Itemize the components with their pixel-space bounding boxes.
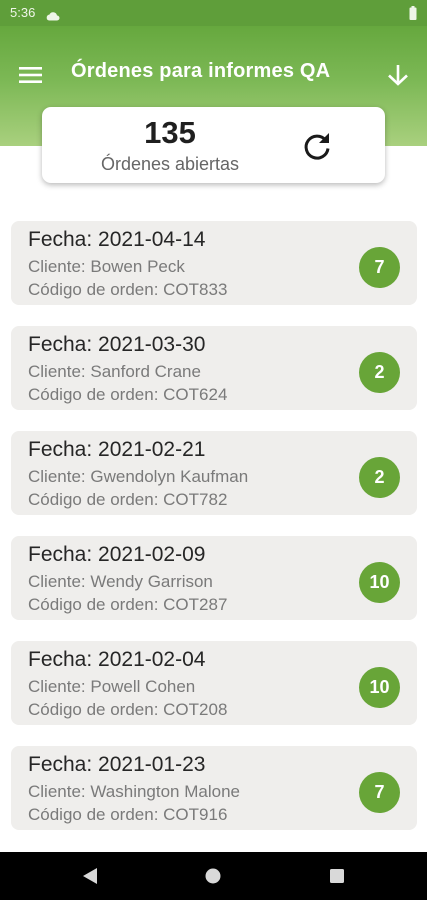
download-arrow-icon[interactable] — [385, 62, 411, 88]
order-date: Fecha: 2021-03-30 — [28, 333, 206, 356]
order-card[interactable]: Fecha: 2021-01-23 Cliente: Washington Ma… — [11, 746, 417, 830]
order-card[interactable]: Fecha: 2021-02-09 Cliente: Wendy Garriso… — [11, 536, 417, 620]
order-card[interactable]: Fecha: 2021-02-04 Cliente: Powell Cohen … — [11, 641, 417, 725]
order-client: Cliente: Gwendolyn Kaufman — [28, 467, 249, 486]
order-date: Fecha: 2021-02-04 — [28, 648, 206, 671]
refresh-icon[interactable] — [300, 129, 334, 163]
order-list: Fecha: 2021-04-14 Cliente: Bowen Peck Có… — [11, 221, 417, 851]
status-time: 5:36 — [10, 5, 36, 20]
battery-icon — [409, 6, 417, 25]
order-client: Cliente: Washington Malone — [28, 782, 240, 801]
order-date: Fecha: 2021-04-14 — [28, 228, 206, 251]
open-orders-summary-card: 135 Órdenes abiertas — [42, 107, 385, 183]
order-client: Cliente: Bowen Peck — [28, 257, 185, 276]
open-orders-count: 135 — [144, 115, 196, 150]
order-date: Fecha: 2021-02-09 — [28, 543, 206, 566]
order-count-badge: 2 — [359, 457, 400, 498]
order-count-badge: 7 — [359, 247, 400, 288]
order-count-badge: 10 — [359, 562, 400, 603]
order-date: Fecha: 2021-02-21 — [28, 438, 206, 461]
order-code: Código de orden: COT208 — [28, 700, 228, 719]
order-date: Fecha: 2021-01-23 — [28, 753, 206, 776]
open-orders-label: Órdenes abiertas — [100, 154, 240, 174]
hamburger-menu-icon[interactable] — [18, 64, 44, 86]
status-bar: 5:36 — [0, 0, 427, 26]
home-circle-icon[interactable] — [205, 868, 221, 889]
order-code: Código de orden: COT624 — [28, 385, 228, 404]
order-card[interactable]: Fecha: 2021-03-30 Cliente: Sanford Crane… — [11, 326, 417, 410]
cloud-icon — [46, 8, 60, 26]
order-code: Código de orden: COT287 — [28, 595, 228, 614]
order-count-badge: 2 — [359, 352, 400, 393]
order-client: Cliente: Wendy Garrison — [28, 572, 213, 591]
order-card[interactable]: Fecha: 2021-04-14 Cliente: Bowen Peck Có… — [11, 221, 417, 305]
order-client: Cliente: Powell Cohen — [28, 677, 196, 696]
system-navigation-bar — [0, 852, 427, 900]
order-card[interactable]: Fecha: 2021-02-21 Cliente: Gwendolyn Kau… — [11, 431, 417, 515]
order-count-badge: 10 — [359, 667, 400, 708]
order-code: Código de orden: COT916 — [28, 805, 228, 824]
order-code: Código de orden: COT782 — [28, 490, 228, 509]
back-triangle-icon[interactable] — [82, 867, 98, 890]
order-client: Cliente: Sanford Crane — [28, 362, 201, 381]
order-code: Código de orden: COT833 — [28, 280, 228, 299]
order-count-badge: 7 — [359, 772, 400, 813]
page-title: Órdenes para informes QA — [71, 60, 331, 82]
recents-square-icon[interactable] — [330, 869, 344, 888]
